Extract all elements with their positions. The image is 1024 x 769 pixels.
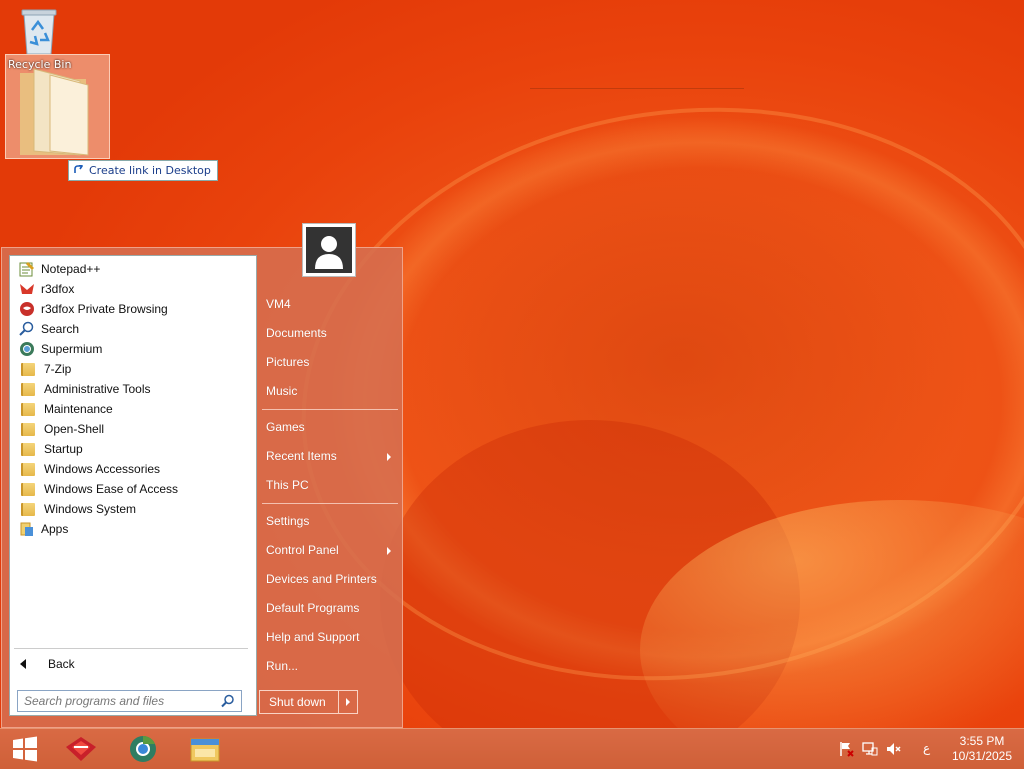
menu-item-pictures[interactable]: Pictures: [266, 355, 309, 369]
divider: [338, 691, 339, 713]
recycle-bin-label: Recycle Bin: [8, 58, 72, 71]
program-item[interactable]: Supermium: [10, 339, 254, 359]
file-explorer-icon: [190, 738, 220, 762]
program-item[interactable]: Maintenance: [10, 399, 254, 419]
start-button[interactable]: [0, 729, 50, 769]
shutdown-button[interactable]: Shut down: [259, 690, 358, 714]
r3dfox-private-icon: [20, 302, 34, 316]
shutdown-options-arrow-icon[interactable]: [346, 698, 350, 706]
menu-item-help-support[interactable]: Help and Support: [266, 630, 359, 644]
folder-icon: [21, 402, 35, 416]
folder-icon: [21, 362, 35, 376]
taskbar-browser-button[interactable]: [118, 729, 168, 769]
apps-icon: [20, 522, 33, 536]
menu-item-recent-items[interactable]: Recent Items: [266, 449, 337, 463]
program-item[interactable]: Apps: [10, 519, 254, 539]
back-button[interactable]: Back: [20, 654, 75, 674]
taskbar-app-button[interactable]: [56, 729, 106, 769]
recycle-bin-icon[interactable]: [18, 6, 60, 56]
program-item[interactable]: Startup: [10, 439, 254, 459]
folder-icon: [21, 442, 35, 456]
user-avatar[interactable]: [302, 223, 356, 277]
folder-icon: [21, 502, 35, 516]
menu-item-run[interactable]: Run...: [266, 659, 298, 673]
menu-item-settings[interactable]: Settings: [266, 514, 309, 528]
divider: [262, 409, 398, 410]
back-label: Back: [48, 657, 75, 671]
user-icon: [315, 236, 343, 269]
menu-item-games[interactable]: Games: [266, 420, 305, 434]
supermium-icon: [20, 342, 34, 356]
program-item[interactable]: Notepad++: [10, 259, 254, 279]
clock-date: 10/31/2025: [951, 749, 1013, 763]
program-label: r3dfox: [41, 282, 75, 296]
program-item[interactable]: Open-Shell: [10, 419, 254, 439]
drag-tooltip: Create link in Desktop: [68, 160, 218, 181]
drag-tooltip-text: Create link in Desktop: [89, 164, 211, 177]
clock-time: 3:55 PM: [959, 734, 1005, 748]
program-label: Windows Ease of Access: [44, 482, 179, 496]
menu-item-control-panel[interactable]: Control Panel: [266, 543, 339, 557]
program-item[interactable]: r3dfox: [10, 279, 254, 299]
program-item[interactable]: 7-Zip: [10, 359, 254, 379]
input-language-indicator[interactable]: ع: [923, 741, 930, 755]
search-icon: [19, 321, 34, 336]
program-item[interactable]: Windows Ease of Access: [10, 479, 254, 499]
wallpaper-line: [530, 88, 744, 89]
submenu-arrow-icon: [387, 547, 391, 555]
app-icon: [66, 737, 96, 761]
folder-icon: [21, 382, 35, 396]
taskbar: ع 3:55 PM 10/31/2025: [0, 728, 1024, 769]
divider: [262, 503, 398, 504]
menu-item-music[interactable]: Music: [266, 384, 297, 398]
divider: [14, 648, 248, 649]
program-label: Windows Accessories: [44, 462, 161, 476]
windows-logo-icon: [13, 736, 37, 762]
action-center-icon[interactable]: [838, 741, 854, 757]
program-label: Open-Shell: [44, 422, 105, 436]
folder-icon: [21, 482, 35, 496]
search-box[interactable]: [17, 690, 242, 712]
program-label: r3dfox Private Browsing: [41, 302, 168, 316]
program-label: Windows System: [44, 502, 137, 516]
program-label: 7-Zip: [44, 362, 72, 376]
submenu-arrow-icon: [387, 453, 391, 461]
shortcut-arrow-icon: [74, 165, 83, 173]
program-item[interactable]: Administrative Tools: [10, 379, 254, 399]
folder-icon: [21, 422, 35, 436]
program-list: Notepad++ r3dfox r3dfox Private Browsing: [10, 259, 254, 539]
program-label: Administrative Tools: [44, 382, 151, 396]
menu-item-vm4[interactable]: VM4: [266, 297, 291, 311]
program-label: Startup: [44, 442, 83, 456]
volume-muted-icon[interactable]: [886, 741, 902, 757]
r3dfox-icon: [20, 284, 34, 294]
back-arrow-icon: [20, 659, 26, 669]
menu-item-this-pc[interactable]: This PC: [266, 478, 309, 492]
program-label: Supermium: [41, 342, 103, 356]
browser-icon: [130, 736, 156, 762]
taskbar-explorer-button[interactable]: [180, 729, 230, 769]
folder-icon: [21, 462, 35, 476]
system-clock[interactable]: 3:55 PM 10/31/2025: [948, 734, 1016, 764]
search-icon[interactable]: [221, 694, 235, 708]
program-item[interactable]: Windows Accessories: [10, 459, 254, 479]
program-item[interactable]: Search: [10, 319, 254, 339]
search-input[interactable]: [18, 691, 226, 711]
program-label: Notepad++: [41, 262, 101, 276]
program-item[interactable]: r3dfox Private Browsing: [10, 299, 254, 319]
program-label: Apps: [41, 522, 69, 536]
program-label: Search: [41, 322, 80, 336]
shutdown-label: Shut down: [269, 695, 326, 709]
network-icon[interactable]: [862, 741, 878, 757]
programs-pane: Notepad++ r3dfox r3dfox Private Browsing: [9, 255, 257, 716]
start-menu: Notepad++ r3dfox r3dfox Private Browsing: [1, 223, 403, 728]
menu-item-devices-printers[interactable]: Devices and Printers: [266, 572, 377, 586]
notepad-plus-icon: [19, 262, 34, 277]
menu-item-documents[interactable]: Documents: [266, 326, 327, 340]
menu-item-default-programs[interactable]: Default Programs: [266, 601, 359, 615]
program-label: Maintenance: [44, 402, 113, 416]
program-item[interactable]: Windows System: [10, 499, 254, 519]
